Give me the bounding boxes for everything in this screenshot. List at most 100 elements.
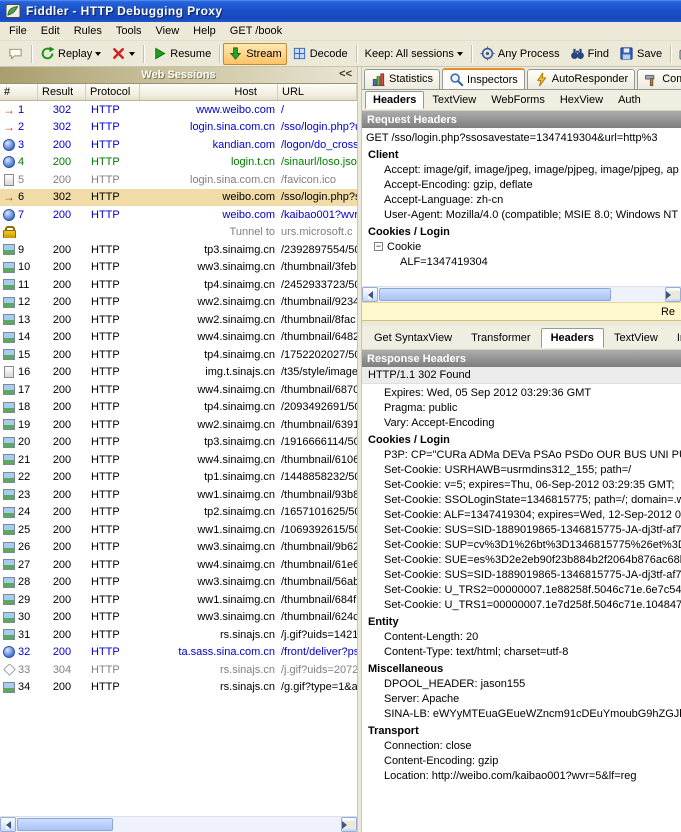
request-line[interactable]: GET /sso/login.php?ssosavestate=13474193… [362,128,681,146]
column-header-host[interactable]: Host [140,84,278,100]
session-row[interactable]: 15200HTTPtp4.sinaimg.cn/1752202027/50 [0,346,357,364]
tab-comp[interactable]: Comp [637,69,681,89]
session-row[interactable]: 29200HTTPww1.sinaimg.cn/thumbnail/684f [0,591,357,609]
session-row[interactable]: 10200HTTPww3.sinaimg.cn/thumbnail/3feb [0,259,357,277]
find-button[interactable]: Find [565,43,614,65]
session-row[interactable]: 28200HTTPww3.sinaimg.cn/thumbnail/56ab [0,574,357,592]
header-item[interactable]: DPOOL_HEADER: jason155 [362,677,681,692]
header-item[interactable]: −Cookie [362,240,681,255]
header-item[interactable]: Content-Type: text/html; charset=utf-8 [362,645,681,660]
response-tab-headers[interactable]: Headers [541,328,604,348]
any-process-button[interactable]: Any Process [475,43,565,65]
request-tab-headers[interactable]: Headers [365,91,424,109]
request-tab-hexview[interactable]: HexView [553,92,610,108]
header-item[interactable]: Set-Cookie: v=5; expires=Thu, 06-Sep-201… [362,478,681,493]
session-row[interactable]: 19200HTTPww2.sinaimg.cn/thumbnail/6391 [0,416,357,434]
collapse-expander-icon[interactable]: − [374,242,383,251]
session-row[interactable]: 24200HTTPtp2.sinaimg.cn/1657101625/50 [0,504,357,522]
tab-inspectors[interactable]: Inspectors [442,68,525,90]
menu-view[interactable]: View [149,23,187,39]
session-row[interactable]: 32200HTTPta.sass.sina.com.cn/front/deliv… [0,644,357,662]
tab-statistics[interactable]: Statistics [364,69,440,89]
response-tab-transformer[interactable]: Transformer [462,329,540,347]
menu-get-book[interactable]: GET /book [223,23,289,39]
decode-notice-bar[interactable]: Re [362,302,681,321]
header-item[interactable]: Connection: close [362,739,681,754]
scroll-thumb[interactable] [379,288,611,301]
request-tab-textview[interactable]: TextView [425,92,483,108]
menu-help[interactable]: Help [186,23,223,39]
header-item[interactable]: Content-Encoding: gzip [362,754,681,769]
response-status-line[interactable]: HTTP/1.1 302 Found [362,367,681,384]
request-tab-auth[interactable]: Auth [611,92,648,108]
column-header-protocol[interactable]: Protocol [86,84,140,100]
header-item[interactable]: Set-Cookie: SUE=es%3D2e2eb90f23b884b2f20… [362,553,681,568]
camera-button[interactable] [674,43,681,65]
scroll-right-button[interactable] [665,287,681,302]
collapse-panel-button[interactable]: << [339,68,352,80]
request-horizontal-scrollbar[interactable] [362,286,681,302]
session-row[interactable]: 5200HTTPlogin.sina.com.cn/favicon.ico [0,171,357,189]
session-row[interactable]: 21200HTTPww4.sinaimg.cn/thumbnail/6106 [0,451,357,469]
scroll-left-button[interactable] [0,817,16,832]
column-header-url[interactable]: URL [278,84,357,100]
scroll-right-button[interactable] [341,817,357,832]
header-item[interactable]: Set-Cookie: SUS=SID-1889019865-134681577… [362,523,681,538]
header-item[interactable]: SINA-LB: eWYyMTEuaGEueWZncm91cDEuYmoubG9… [362,707,681,722]
menu-file[interactable]: File [2,23,34,39]
session-row[interactable]: 31200HTTPrs.sinajs.cn/j.gif?uids=1421 [0,626,357,644]
session-row[interactable]: 34200HTTPrs.sinajs.cn/g.gif?type=1&a [0,679,357,697]
session-row[interactable]: 16200HTTPimg.t.sinajs.cn/t35/style/image [0,364,357,382]
session-row[interactable]: 18200HTTPtp4.sinaimg.cn/2093492691/50 [0,399,357,417]
menu-edit[interactable]: Edit [34,23,67,39]
session-row[interactable]: 7200HTTPweibo.com/kaibao001?wvr= [0,206,357,224]
header-item[interactable]: Vary: Accept-Encoding [362,416,681,431]
header-item[interactable]: Set-Cookie: USRHAWB=usrmdins312_155; pat… [362,463,681,478]
response-tab-textview[interactable]: TextView [605,329,667,347]
stream-button[interactable]: Stream [223,43,286,65]
session-row[interactable]: 4200HTTPlogin.t.cn/sinaurl/loso.json [0,154,357,172]
response-tab-get-syntaxview[interactable]: Get SyntaxView [365,329,461,347]
header-item[interactable]: Set-Cookie: SUS=SID-1889019865-134681577… [362,568,681,583]
tab-autoresponder[interactable]: AutoResponder [527,69,635,89]
session-row[interactable]: 20200HTTPtp3.sinaimg.cn/1916666114/50 [0,434,357,452]
scroll-thumb[interactable] [17,818,113,831]
session-row[interactable]: 14200HTTPww4.sinaimg.cn/thumbnail/6482 [0,329,357,347]
header-item[interactable]: Pragma: public [362,401,681,416]
header-item[interactable]: Set-Cookie: U_TRS1=00000007.1e7d258f.504… [362,598,681,613]
session-row[interactable]: 22200HTTPtp1.sinaimg.cn/1448858232/50 [0,469,357,487]
decode-button[interactable]: Decode [287,43,353,65]
session-row[interactable]: 17200HTTPww4.sinaimg.cn/thumbnail/6870 [0,381,357,399]
session-row[interactable]: 30200HTTPww3.sinaimg.cn/thumbnail/624c [0,609,357,627]
session-row[interactable]: 1302HTTPwww.weibo.com/ [0,101,357,119]
header-item[interactable]: Expires: Wed, 05 Sep 2012 03:29:36 GMT [362,386,681,401]
header-item[interactable]: User-Agent: Mozilla/4.0 (compatible; MSI… [362,208,681,223]
replay-button[interactable]: Replay [35,43,106,65]
column-header-result[interactable]: Result [38,84,86,100]
resume-button[interactable]: Resume [147,43,216,65]
response-tab-im[interactable]: Im [668,329,681,347]
sessions-horizontal-scrollbar[interactable] [0,816,357,832]
header-item[interactable]: Content-Length: 20 [362,630,681,645]
session-row[interactable]: Tunnel tours.microsoft.c [0,224,357,242]
session-row[interactable]: 3200HTTPkandian.com/logon/do_cross [0,136,357,154]
session-row[interactable]: 26200HTTPww3.sinaimg.cn/thumbnail/9b62 [0,539,357,557]
header-item[interactable]: Location: http://weibo.com/kaibao001?wvr… [362,769,681,784]
header-item[interactable]: Set-Cookie: SSOLoginState=1346815775; pa… [362,493,681,508]
header-item[interactable]: Server: Apache [362,692,681,707]
column-header-item[interactable]: # [0,84,38,100]
remove-button[interactable] [106,43,140,65]
session-row[interactable]: 9200HTTPtp3.sinaimg.cn/2392897554/50 [0,241,357,259]
header-item[interactable]: Accept-Encoding: gzip, deflate [362,178,681,193]
header-item[interactable]: Set-Cookie: SUP=cv%3D1%26bt%3D1346815775… [362,538,681,553]
header-item[interactable]: Set-Cookie: U_TRS2=00000007.1e88258f.504… [362,583,681,598]
header-item[interactable]: P3P: CP="CURa ADMa DEVa PSAo PSDo OUR BU… [362,448,681,463]
header-item[interactable]: Accept-Language: zh-cn [362,193,681,208]
request-tab-webforms[interactable]: WebForms [484,92,552,108]
save-button[interactable]: Save [614,43,667,65]
comment-button[interactable] [3,43,28,65]
title-bar[interactable]: Fiddler - HTTP Debugging Proxy [0,0,681,22]
session-row[interactable]: 2302HTTPlogin.sina.com.cn/sso/login.php?… [0,119,357,137]
session-row[interactable]: 33304HTTPrs.sinajs.cn/j.gif?uids=2072 [0,661,357,679]
header-item[interactable]: ALF=1347419304 [362,255,681,270]
